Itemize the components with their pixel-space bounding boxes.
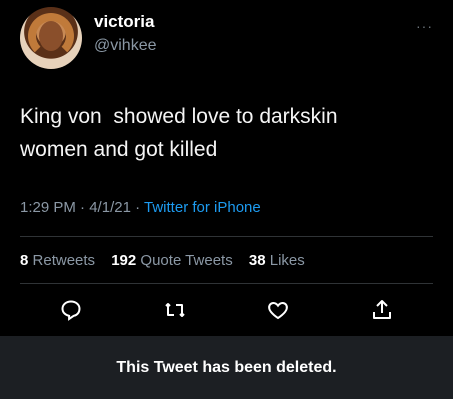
tweet-card: victoria @vihkee ··· King von showed lov… (0, 0, 453, 335)
likes-count: 38 (248, 252, 266, 269)
tweet-stats: 8 Retweets 192 Quote Tweets 38 Likes (20, 252, 317, 269)
quotes-label: Quote Tweets (140, 252, 233, 269)
more-options-icon[interactable]: ··· (416, 18, 433, 34)
tweet-source-link[interactable]: Twitter for iPhone (144, 199, 261, 216)
retweet-icon[interactable] (163, 298, 187, 322)
heart-icon[interactable] (266, 298, 290, 322)
quote-tweets-stat[interactable]: 192 Quote Tweets (111, 252, 237, 269)
likes-stat[interactable]: 38 Likes (249, 252, 305, 269)
tweet-text: King von showed love to darkskin women a… (20, 105, 338, 161)
quotes-count: 192 (111, 252, 137, 269)
user-handle[interactable]: @vihkee (94, 37, 157, 55)
deleted-tweet-banner: This Tweet has been deleted. (0, 336, 453, 399)
deleted-message: This Tweet has been deleted. (116, 358, 337, 376)
retweets-count: 8 (20, 252, 29, 269)
divider (20, 283, 433, 284)
retweets-stat[interactable]: 8 Retweets (20, 252, 99, 269)
avatar[interactable] (20, 7, 82, 69)
share-icon[interactable] (370, 298, 394, 322)
likes-label: Likes (269, 252, 305, 269)
separator: · (135, 199, 141, 216)
divider (20, 236, 433, 237)
separator: · (80, 199, 86, 216)
tweet-time: 1:29 PM (20, 199, 76, 216)
reply-icon[interactable] (59, 298, 83, 322)
retweets-label: Retweets (32, 252, 96, 269)
avatar-face (39, 21, 63, 51)
tweet-date: 4/1/21 (89, 199, 131, 216)
user-name[interactable]: victoria (94, 12, 154, 32)
tweet-meta: 1:29 PM · 4/1/21 · Twitter for iPhone (20, 199, 261, 216)
action-bar (0, 298, 453, 328)
